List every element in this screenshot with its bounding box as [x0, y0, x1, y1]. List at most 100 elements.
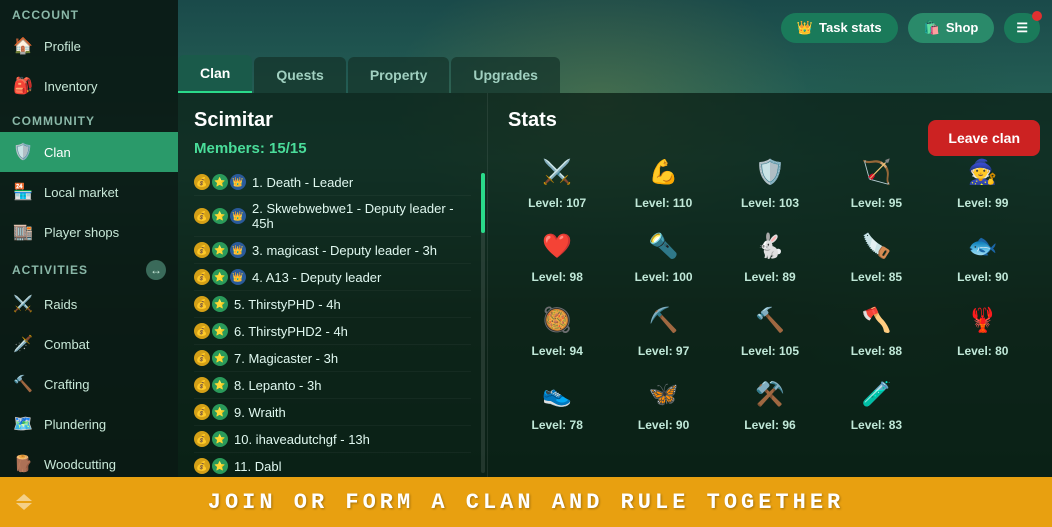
badge-blue: 👑 [230, 174, 246, 190]
stat-icon: 🦞 [963, 300, 1003, 340]
stat-level: Level: 90 [638, 418, 689, 432]
member-item: 💰 ⭐ 6. ThirstyPHD2 - 4h [194, 318, 471, 345]
badge-green: ⭐ [212, 242, 228, 258]
stat-item: ⚔️ Level: 107 [508, 152, 606, 210]
account-section-label: Account [0, 0, 178, 26]
stat-level: Level: 110 [635, 196, 692, 210]
notification-dot [1032, 11, 1042, 21]
badge-green: ⭐ [212, 350, 228, 366]
member-item: 💰 ⭐ 👑 4. A13 - Deputy leader [194, 264, 471, 291]
stat-level: Level: 99 [957, 196, 1008, 210]
badge-gold: 💰 [194, 350, 210, 366]
stat-item: 🐇 Level: 89 [721, 226, 819, 284]
member-name: 1. Death - Leader [252, 175, 471, 190]
stat-item: 🧪 Level: 83 [827, 374, 925, 432]
stat-icon: 🪚 [856, 226, 896, 266]
stat-level: Level: 88 [851, 344, 902, 358]
stat-item: 🦋 Level: 90 [614, 374, 712, 432]
plundering-icon: 🗺️ [12, 413, 34, 435]
sidebar-item-raids[interactable]: ⚔️ Raids [0, 284, 178, 324]
sidebar-label-clan: Clan [44, 145, 71, 160]
activities-toggle[interactable]: ↔ [146, 260, 166, 280]
stat-icon: 🪓 [856, 300, 896, 340]
member-item: 💰 ⭐ 10. ihaveadutchgf - 13h [194, 426, 471, 453]
activities-section-label: Activities [12, 263, 88, 277]
sidebar-item-crafting[interactable]: 🔨 Crafting [0, 364, 178, 404]
stat-item: 🪓 Level: 88 [827, 300, 925, 358]
stat-level: Level: 78 [532, 418, 583, 432]
member-list: 💰 ⭐ 👑 1. Death - Leader 💰 ⭐ 👑 2. Skwebwe… [194, 169, 471, 477]
banner-arrow-up [16, 494, 32, 501]
sidebar-item-combat[interactable]: 🗡️ Combat [0, 324, 178, 364]
sidebar-label-inventory: Inventory [44, 79, 97, 94]
stat-item: 🥘 Level: 94 [508, 300, 606, 358]
stat-level: Level: 100 [635, 270, 693, 284]
shop-icon: 🛍️ [924, 20, 940, 36]
sidebar-item-local-market[interactable]: 🏪 Local market [0, 172, 178, 212]
activities-header: Activities ↔ [0, 252, 178, 284]
member-icons: 💰 ⭐ [194, 404, 228, 420]
scroll-bar[interactable] [481, 173, 485, 473]
member-name: 8. Lepanto - 3h [234, 378, 471, 393]
task-stats-button[interactable]: 👑 Task stats [781, 13, 898, 43]
task-stats-icon: 👑 [797, 20, 813, 36]
stat-icon: ❤️ [537, 226, 577, 266]
main-content: Clan Quests Property Upgrades Scimitar M… [178, 0, 1052, 477]
stat-level: Level: 85 [851, 270, 902, 284]
member-icons: 💰 ⭐ 👑 [194, 174, 246, 190]
player-shops-icon: 🏬 [12, 221, 34, 243]
stat-level: Level: 97 [638, 344, 689, 358]
tab-quests[interactable]: Quests [254, 57, 345, 93]
badge-gold: 💰 [194, 242, 210, 258]
sidebar-item-profile[interactable]: 🏠 Profile [0, 26, 178, 66]
stats-grid: ⚔️ Level: 107 💪 Level: 110 🛡️ Level: 103… [508, 152, 1032, 432]
crafting-icon: 🔨 [12, 373, 34, 395]
member-name: 4. A13 - Deputy leader [252, 270, 471, 285]
member-name: 9. Wraith [234, 405, 471, 420]
member-name: 5. ThirstyPHD - 4h [234, 297, 471, 312]
stat-icon: ⛏️ [644, 300, 684, 340]
member-icons: 💰 ⭐ [194, 323, 228, 339]
sidebar-item-clan[interactable]: 🛡️ Clan [0, 132, 178, 172]
member-icons: 💰 ⭐ [194, 350, 228, 366]
shop-button[interactable]: 🛍️ Shop [908, 13, 995, 43]
stat-item: 🦞 Level: 80 [934, 300, 1032, 358]
member-name: 10. ihaveadutchgf - 13h [234, 432, 471, 447]
menu-icon: ☰ [1016, 20, 1028, 36]
raids-icon: ⚔️ [12, 293, 34, 315]
sidebar-item-plundering[interactable]: 🗺️ Plundering [0, 404, 178, 444]
member-item: 💰 ⭐ 9. Wraith [194, 399, 471, 426]
stat-level: Level: 80 [957, 344, 1008, 358]
member-item: 💰 ⭐ 👑 2. Skwebwebwe1 - Deputy leader - 4… [194, 196, 471, 237]
bottom-banner: JOIN OR FORM A CLAN AND RULE TOGETHER [0, 477, 1052, 527]
member-name: 11. Dabl [234, 459, 471, 474]
sidebar-item-inventory[interactable]: 🎒 Inventory [0, 66, 178, 106]
sidebar-label-woodcutting: Woodcutting [44, 457, 116, 472]
stat-item: 🏹 Level: 95 [827, 152, 925, 210]
tab-upgrades[interactable]: Upgrades [451, 57, 560, 93]
tab-property[interactable]: Property [348, 57, 450, 93]
top-header: 👑 Task stats 🛍️ Shop ☰ [178, 0, 1052, 55]
task-stats-label: Task stats [819, 20, 882, 35]
menu-button[interactable]: ☰ [1004, 13, 1040, 43]
member-name: 3. magicast - Deputy leader - 3h [252, 243, 471, 258]
badge-green: ⭐ [212, 404, 228, 420]
tab-clan[interactable]: Clan [178, 55, 252, 93]
stat-icon: 🧙 [963, 152, 1003, 192]
inventory-icon: 🎒 [12, 75, 34, 97]
badge-green: ⭐ [212, 174, 228, 190]
member-name: 6. ThirstyPHD2 - 4h [234, 324, 471, 339]
member-item: 💰 ⭐ 8. Lepanto - 3h [194, 372, 471, 399]
sidebar-item-player-shops[interactable]: 🏬 Player shops [0, 212, 178, 252]
stat-item: 🧙 Level: 99 [934, 152, 1032, 210]
stat-item: 🔦 Level: 100 [614, 226, 712, 284]
clan-panel: Scimitar Members: 15/15 💰 ⭐ 👑 1. Death -… [178, 93, 488, 477]
stat-icon: 🛡️ [750, 152, 790, 192]
badge-gold: 💰 [194, 431, 210, 447]
badge-blue: 👑 [230, 208, 246, 224]
stat-level: Level: 107 [528, 196, 586, 210]
stat-item: ⛏️ Level: 97 [614, 300, 712, 358]
stat-level: Level: 83 [851, 418, 902, 432]
badge-blue: 👑 [230, 242, 246, 258]
leave-clan-button[interactable]: Leave clan [928, 120, 1040, 156]
